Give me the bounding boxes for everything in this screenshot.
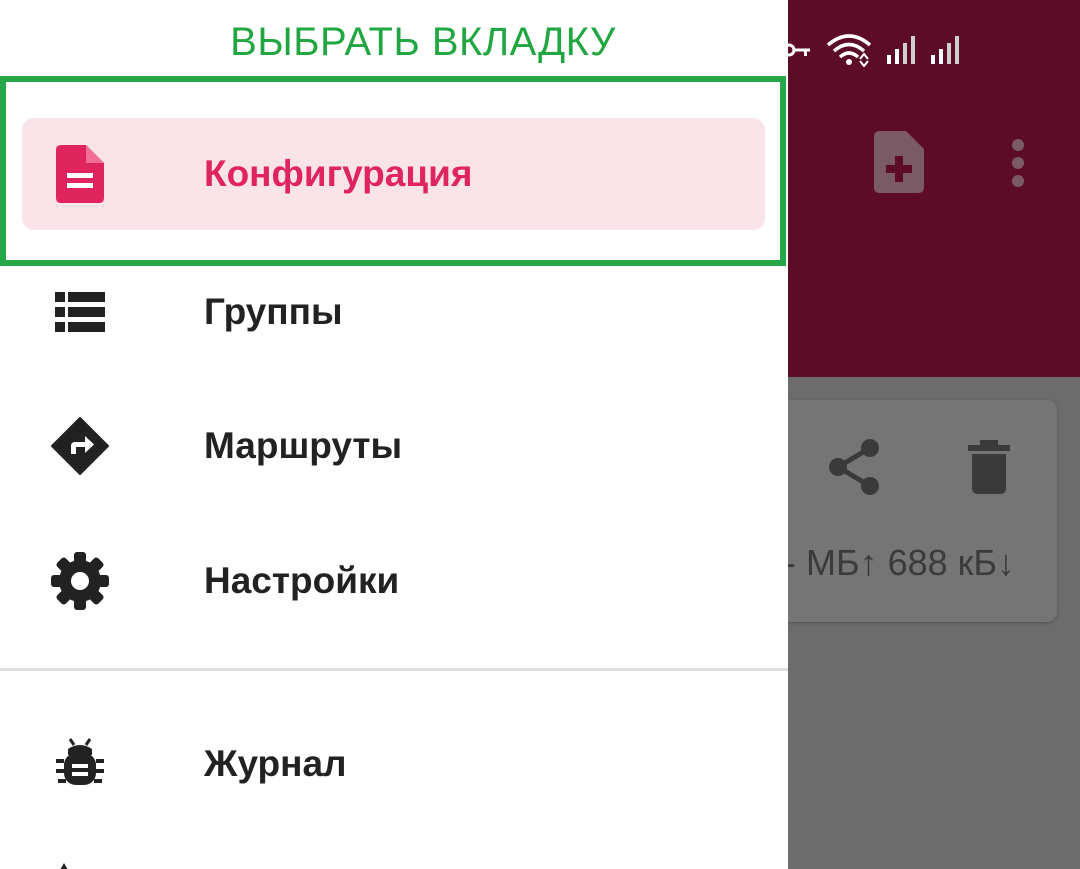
- list-icon: [50, 282, 110, 342]
- drawer-item-label: Группы: [204, 291, 343, 332]
- divider: [0, 668, 788, 671]
- share-icon[interactable]: [826, 438, 882, 501]
- drawer-item-label: Журнал: [204, 743, 347, 784]
- directions-icon: [50, 416, 110, 476]
- signal-icon: [886, 35, 916, 65]
- more-vert-icon[interactable]: [1008, 138, 1028, 193]
- wifi-icon: [826, 33, 872, 67]
- status-bar-icons: [782, 30, 960, 70]
- drawer-item-groups[interactable]: Группы: [22, 256, 765, 368]
- drawer-item-label: Маршруты: [204, 425, 403, 466]
- highlight-frame: [0, 76, 786, 266]
- drawer-item-settings[interactable]: Настройки: [22, 525, 765, 637]
- add-document-icon[interactable]: [874, 131, 924, 198]
- navigation-drawer: ВЫБРАТЬ ВКЛАДКУ Конфигурация Группы Марш…: [0, 0, 788, 869]
- drawer-item-log[interactable]: Журнал: [22, 708, 765, 820]
- instruction-annotation: ВЫБРАТЬ ВКЛАДКУ: [230, 20, 616, 64]
- drawer-item-routes[interactable]: Маршруты: [22, 390, 765, 502]
- traffic-stats: - МБ↑ 688 кБ↓: [784, 542, 1016, 583]
- drawer-item-label: Настройки: [204, 560, 400, 601]
- bug-icon: [50, 734, 110, 794]
- gear-icon: [50, 551, 110, 611]
- trash-icon[interactable]: [968, 440, 1010, 499]
- signal-icon: [930, 35, 960, 65]
- partial-next-item-icon: [52, 858, 76, 869]
